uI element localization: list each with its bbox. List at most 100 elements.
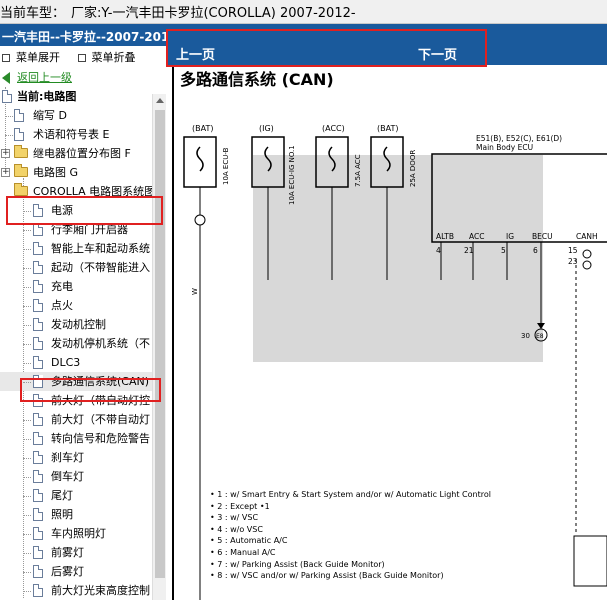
tree-item[interactable]: 缩写 D <box>0 106 166 125</box>
tree-item-label: 缩写 D <box>33 109 67 122</box>
tree-item[interactable]: 充电 <box>0 277 166 296</box>
tree-connector <box>23 553 31 554</box>
diagram-viewer: 多路通信系统 (CAN) (BAT) (IG) (ACC) (BAT) 10A … <box>166 65 607 600</box>
document-icon <box>33 223 43 236</box>
document-icon <box>33 242 43 255</box>
ecu-pin-name: ACC <box>469 232 484 241</box>
back-arrow-icon <box>2 72 10 84</box>
fuse-symbol <box>383 146 391 172</box>
tree-item-label: 照明 <box>51 508 73 521</box>
tree-item[interactable]: 发动机控制 <box>0 315 166 334</box>
tree-folder-open[interactable]: COROLLA 电路图系统图 <box>0 182 166 201</box>
scroll-up-icon[interactable] <box>156 98 164 103</box>
ground-label: E8 <box>536 333 544 340</box>
tree-item[interactable]: DLC3 <box>0 353 166 372</box>
fuse-box <box>251 136 285 188</box>
scroll-thumb[interactable] <box>155 110 165 578</box>
tree-item[interactable]: 照明 <box>0 505 166 524</box>
tree-item[interactable]: 车内照明灯 <box>0 524 166 543</box>
tree-item-label: DLC3 <box>51 356 81 369</box>
expand-plus-icon[interactable]: + <box>1 168 10 177</box>
document-icon <box>14 128 24 141</box>
document-icon <box>33 584 43 597</box>
tree-connector <box>23 230 31 231</box>
tree-connector <box>23 496 31 497</box>
note-line: • 3 : w/ VSC <box>210 513 259 523</box>
expand-menu-button[interactable]: 菜单展开 <box>2 49 60 65</box>
fuse-rating: 10A ECU-IG NO.1 <box>288 145 296 205</box>
module-box <box>573 535 607 587</box>
folder-icon <box>14 164 28 177</box>
document-icon <box>33 261 43 274</box>
tree-item-label: 起动（不带智能进入 <box>51 261 150 274</box>
ecu-pin-name: IG <box>506 232 514 241</box>
expand-plus-icon[interactable]: + <box>1 149 10 158</box>
connector-circle <box>582 260 592 270</box>
tree-connector <box>23 401 31 402</box>
tree-item[interactable]: 前大灯光束高度控制 <box>0 581 166 600</box>
document-icon <box>2 90 12 103</box>
collapse-label: 菜单折叠 <box>91 51 136 64</box>
ecu-connector-label: E51(B), E52(C), E61(D) <box>476 134 562 143</box>
tree-item[interactable]: 后雾灯 <box>0 562 166 581</box>
document-icon <box>33 318 43 331</box>
ecu-pin-number: 15 <box>568 246 578 255</box>
tree-item[interactable]: 智能上车和起动系统 <box>0 239 166 258</box>
note-line: • 6 : Manual A/C <box>210 547 276 557</box>
tree-item[interactable]: 前雾灯 <box>0 543 166 562</box>
tree-item-label: 刹车灯 <box>51 451 84 464</box>
next-page-button[interactable]: 下一页 <box>418 44 457 63</box>
document-icon <box>33 432 43 445</box>
menu-tree: 返回上一级 当前:电路图 缩写 D 术语和符号表 E + 继电器位置分布图 F … <box>0 68 166 600</box>
tree-item[interactable]: 点火 <box>0 296 166 315</box>
tree-connector <box>23 420 31 421</box>
tree-item-label: 发动机控制 <box>51 318 106 331</box>
tree-connector <box>23 382 31 383</box>
connector-circle <box>194 214 206 226</box>
collapse-menu-button[interactable]: 菜单折叠 <box>77 49 136 65</box>
tree-item-selected[interactable]: 多路通信系统(CAN) <box>0 372 166 391</box>
note-line: • 8 : w/ VSC and/or w/ Parking Assist (B… <box>210 571 444 581</box>
tree-item[interactable]: 术语和符号表 E <box>0 125 166 144</box>
back-link[interactable]: 返回上一级 <box>0 68 166 87</box>
note-line: • 5 : Automatic A/C <box>210 536 288 546</box>
tree-item-label: 前大灯光束高度控制 <box>51 584 150 597</box>
document-icon <box>33 451 43 464</box>
prev-page-button[interactable]: 上一页 <box>176 44 215 63</box>
tree-item[interactable]: 前大灯（不带自动灯 <box>0 410 166 429</box>
fuse-box <box>315 136 349 188</box>
document-icon <box>33 356 43 369</box>
tree-item-label: 尾灯 <box>51 489 73 502</box>
fuse-source-label: (BAT) <box>377 124 398 133</box>
tree-item[interactable]: 刹车灯 <box>0 448 166 467</box>
tree-folder[interactable]: + 电路图 G <box>0 163 166 182</box>
tree-item-label: 点火 <box>51 299 73 312</box>
tree-item[interactable]: 尾灯 <box>0 486 166 505</box>
tree-item-label: 电路图 G <box>33 166 79 179</box>
diagram-panel: 上一页 下一页 多路通信系统 (CAN) (BAT) (IG) (ACC) (B… <box>166 24 607 600</box>
tree-item[interactable]: 发动机停机系统（不 <box>0 334 166 353</box>
current-node: 当前:电路图 <box>0 87 166 106</box>
fuse-rating: 10A ECU-B <box>222 147 230 185</box>
fuse-rating: 25A DOOR <box>409 150 417 187</box>
page-nav-bar: 上一页 下一页 <box>166 24 607 65</box>
tree-item[interactable]: 转向信号和危险警告 <box>0 429 166 448</box>
expand-icon <box>2 54 10 62</box>
fuse-source-label: (IG) <box>259 124 274 133</box>
document-icon <box>33 394 43 407</box>
tree-item[interactable]: 倒车灯 <box>0 467 166 486</box>
menu-toolbar: 菜单展开 菜单折叠 <box>0 46 166 68</box>
tree-item[interactable]: 行李厢门开启器 <box>0 220 166 239</box>
diagram-notes: • 1 : w/ Smart Entry & Start System and/… <box>210 489 491 582</box>
tree-folder[interactable]: + 继电器位置分布图 F <box>0 144 166 163</box>
tree-item-label: 电源 <box>51 204 73 217</box>
menu-scrollbar[interactable] <box>152 94 166 600</box>
tree-item[interactable]: 起动（不带智能进入 <box>0 258 166 277</box>
vehicle-title-bar: 当前车型： 厂家:Y-一汽丰田卡罗拉(COROLLA) 2007-2012- <box>0 0 607 24</box>
tree-item-label: 前雾灯 <box>51 546 84 559</box>
document-icon <box>33 527 43 540</box>
fuse-symbol <box>196 146 204 172</box>
tree-item[interactable]: 前大灯（带自动灯控 <box>0 391 166 410</box>
fuse-rating: 7.5A ACC <box>354 154 362 187</box>
tree-item[interactable]: 电源 <box>0 201 166 220</box>
